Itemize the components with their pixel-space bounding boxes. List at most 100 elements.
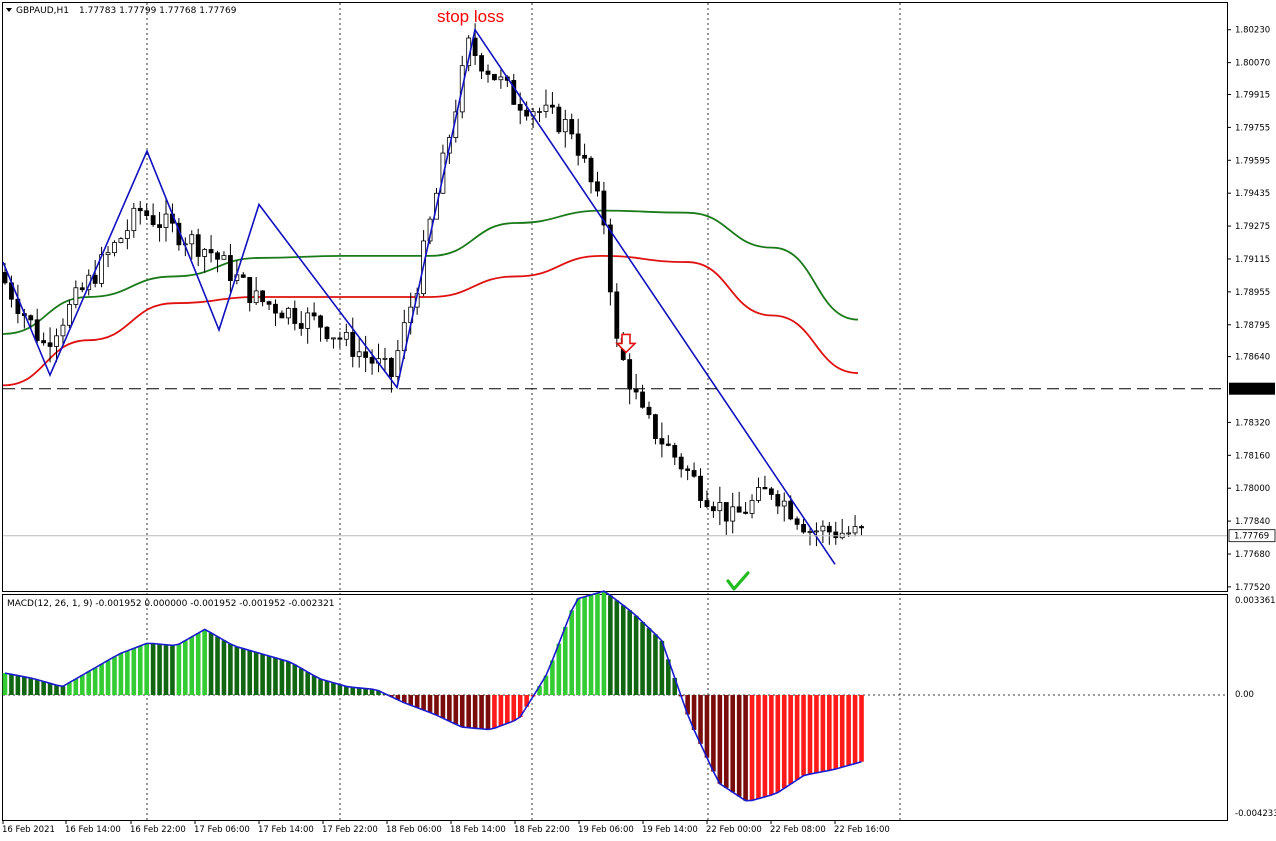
macd-bar (112, 656, 117, 695)
price-tick-label: 1.80070 (1235, 59, 1270, 69)
candle-body (794, 518, 800, 525)
candle-body (369, 357, 375, 364)
macd-bar (582, 596, 587, 695)
macd-bar (408, 695, 414, 706)
price-tick-label: 1.80230 (1235, 26, 1270, 36)
candle-body (698, 475, 703, 501)
candle-body (79, 287, 85, 291)
ma-slow-line (2, 254, 859, 387)
candle-body (240, 274, 246, 278)
candle-body (285, 307, 291, 319)
menu-triangle-icon[interactable] (6, 8, 12, 12)
time-tick-label: 16 Feb 2021 (2, 825, 55, 835)
macd-bar (723, 695, 729, 789)
candle-body (331, 337, 336, 340)
macd-bar (298, 668, 304, 695)
macd-bar (453, 695, 459, 725)
candle-body (711, 506, 716, 512)
price-chart[interactable]: 1.78484 1.77769 1.80230 1.80070 1.79915 1.79… (0, 0, 1276, 841)
time-axis: 16 Feb 2021 16 Feb 14:00 16 Feb 22:00 17 Fe… (2, 820, 890, 835)
price-tick-label: 1.79755 (1235, 123, 1270, 133)
macd-histogram (2, 590, 864, 802)
macd-bar (137, 645, 143, 695)
candle-body (388, 357, 394, 377)
candle-body (47, 342, 53, 347)
candle-body (350, 331, 356, 357)
macd-bar (743, 695, 748, 801)
price-tick-label: 1.78955 (1235, 288, 1270, 298)
candle-body (279, 312, 285, 319)
time-tick-label: 22 Feb 00:00 (706, 825, 762, 835)
candle-body (595, 181, 600, 192)
macd-bar (801, 695, 806, 776)
candlesticks (2, 23, 864, 547)
macd-bar (22, 676, 27, 695)
time-tick-label: 18 Feb 06:00 (386, 825, 442, 835)
macd-bar (414, 695, 420, 708)
candle-body (356, 351, 362, 357)
macd-bar (459, 695, 465, 728)
time-tick-label: 18 Feb 22:00 (514, 825, 570, 835)
symbol-label: GBPAUD,H1 (16, 6, 69, 16)
candle-body (273, 303, 278, 314)
macd-bar (73, 678, 79, 695)
macd-bar (562, 626, 568, 695)
candle-body (756, 487, 761, 501)
price-tick-label: 1.79435 (1235, 189, 1270, 199)
macd-bar (279, 659, 285, 695)
candle-body (633, 388, 639, 393)
candle-body (343, 331, 349, 340)
macd-bar (427, 695, 433, 713)
macd-bar (608, 595, 613, 695)
candle-body (646, 406, 652, 416)
macd-bar (466, 695, 471, 728)
candle-body (305, 312, 311, 329)
price-tick-label: 1.78000 (1235, 484, 1270, 494)
macd-bar (247, 650, 253, 695)
macd-bar (34, 679, 40, 695)
check-mark-icon (726, 571, 750, 591)
macd-bar (131, 648, 137, 695)
macd-bar (221, 640, 227, 695)
candle-body (852, 526, 858, 534)
macd-bar (601, 591, 607, 695)
macd-label: MACD(12, 26, 1, 9) -0.001952 0.000000 -0… (7, 599, 335, 609)
time-tick-label: 16 Feb 22:00 (130, 825, 186, 835)
macd-bar (620, 605, 626, 695)
candle-body (704, 500, 710, 508)
macd-bar (79, 675, 85, 695)
macd-bar (614, 600, 620, 695)
price-tick-label: 1.79115 (1235, 255, 1270, 265)
macd-bar (228, 644, 233, 695)
candle-body (859, 526, 864, 529)
macd-bar (195, 633, 201, 695)
candle-body (575, 133, 581, 156)
macd-bar (839, 695, 845, 768)
price-tick-label: 1.79915 (1235, 90, 1270, 100)
macd-bar (324, 680, 330, 695)
macd-bar (769, 695, 774, 796)
price-tick-label: 1.79275 (1235, 222, 1270, 232)
macd-bar (350, 687, 356, 695)
macd-bar (15, 675, 21, 695)
candle-body (311, 312, 317, 317)
price-levels: 1.78484 1.77769 (3, 382, 1276, 543)
macd-bar (183, 640, 188, 695)
candle-body (833, 531, 839, 539)
time-tick-label: 17 Feb 14:00 (258, 825, 314, 835)
macd-bar (67, 682, 72, 695)
candle-body (247, 276, 253, 304)
stop-loss-label: stop loss (437, 7, 504, 26)
macd-bar (105, 660, 111, 695)
macd-bar (215, 636, 220, 695)
macd-bar (633, 615, 639, 695)
candle-body (2, 271, 8, 284)
candle-body (298, 323, 304, 329)
macd-tick-label: 0.003361 (1235, 596, 1276, 606)
macd-bar (852, 695, 858, 764)
candle-body (266, 301, 272, 305)
macd-axis: 0.003361 0.00 -0.004233 (1235, 596, 1276, 819)
macd-bar (859, 695, 864, 762)
price-tick-label: 1.77680 (1235, 550, 1270, 560)
candle-body (717, 502, 723, 512)
